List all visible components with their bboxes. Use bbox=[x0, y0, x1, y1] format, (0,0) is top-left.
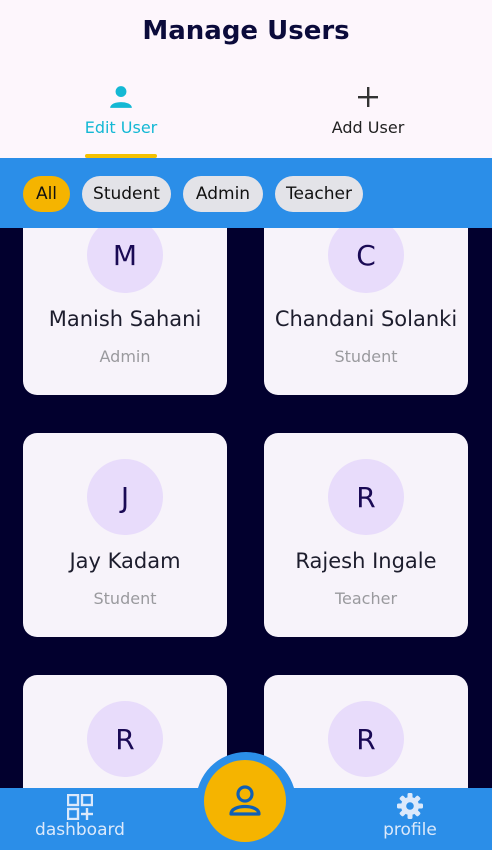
avatar: M bbox=[87, 228, 163, 293]
filter-chip-all[interactable]: All bbox=[23, 176, 70, 212]
person-icon bbox=[110, 86, 132, 108]
filter-chip-student[interactable]: Student bbox=[82, 176, 171, 212]
header: Manage Users Edit User Add User bbox=[0, 0, 492, 158]
user-role: Student bbox=[93, 589, 157, 608]
user-card[interactable]: R bbox=[264, 675, 468, 788]
user-name: Manish Sahani bbox=[48, 307, 202, 331]
user-name: Chandani Solanki bbox=[274, 307, 458, 331]
tab-edit-user-label: Edit User bbox=[84, 118, 158, 137]
user-card[interactable]: J Jay Kadam Student bbox=[23, 433, 227, 637]
tab-add-user[interactable]: Add User bbox=[268, 82, 468, 137]
user-name: Jay Kadam bbox=[69, 549, 181, 573]
nav-profile-label: profile bbox=[383, 820, 437, 840]
avatar: R bbox=[328, 701, 404, 777]
user-card[interactable]: R bbox=[23, 675, 227, 788]
dashboard-icon bbox=[67, 794, 93, 820]
nav-dashboard-label: dashboard bbox=[35, 820, 125, 840]
user-icon bbox=[229, 785, 261, 816]
tab-edit-user[interactable]: Edit User bbox=[21, 82, 221, 137]
avatar: R bbox=[328, 459, 404, 535]
user-card[interactable]: M Manish Sahani Admin bbox=[23, 228, 227, 395]
filter-bar: All Student Admin Teacher bbox=[0, 158, 492, 228]
gear-icon bbox=[397, 793, 423, 819]
user-fab-button[interactable] bbox=[204, 760, 286, 842]
avatar: C bbox=[328, 228, 404, 293]
filter-chip-teacher[interactable]: Teacher bbox=[275, 176, 363, 212]
avatar: J bbox=[87, 459, 163, 535]
filter-chip-admin[interactable]: Admin bbox=[183, 176, 263, 212]
user-role: Admin bbox=[99, 347, 151, 366]
user-name: Rajesh Ingale bbox=[295, 549, 437, 573]
user-card[interactable]: R Rajesh Ingale Teacher bbox=[264, 433, 468, 637]
user-role: Teacher bbox=[334, 589, 398, 608]
user-role: Student bbox=[334, 347, 398, 366]
tab-add-user-label: Add User bbox=[331, 118, 405, 137]
user-grid: M Manish Sahani Admin C Chandani Solanki… bbox=[0, 228, 492, 788]
nav-profile[interactable]: profile bbox=[340, 788, 480, 840]
page-title: Manage Users bbox=[142, 16, 350, 46]
nav-dashboard[interactable]: dashboard bbox=[10, 788, 150, 840]
avatar: R bbox=[87, 701, 163, 777]
plus-icon bbox=[358, 87, 378, 107]
user-card[interactable]: C Chandani Solanki Student bbox=[264, 228, 468, 395]
